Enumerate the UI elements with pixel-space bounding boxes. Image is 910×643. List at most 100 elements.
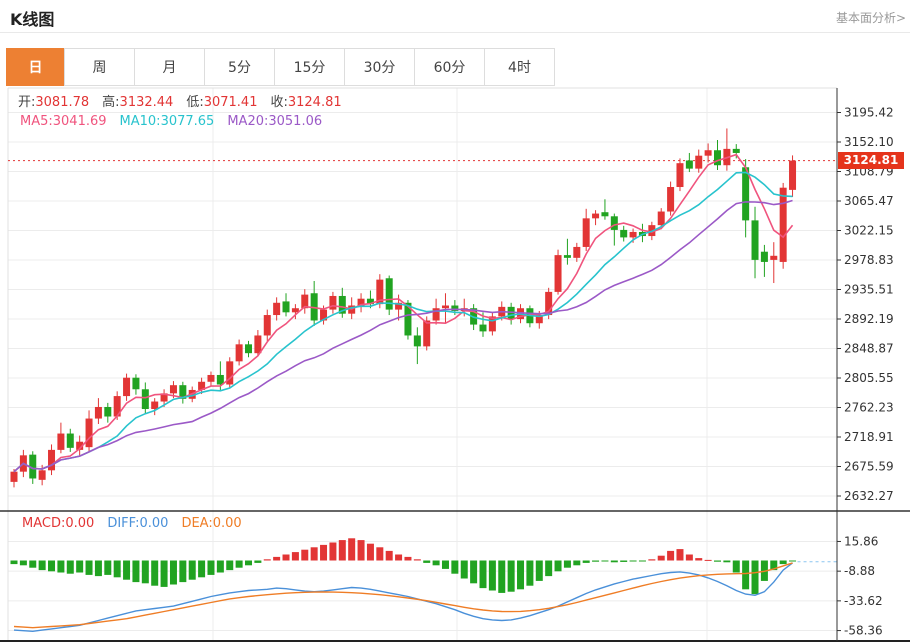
macd-bar[interactable] bbox=[94, 560, 102, 577]
macd-bar[interactable] bbox=[657, 555, 665, 561]
candle[interactable] bbox=[329, 295, 337, 310]
macd-bar[interactable] bbox=[620, 560, 628, 562]
candle[interactable] bbox=[66, 433, 74, 448]
macd-bar[interactable] bbox=[301, 549, 309, 561]
macd-bar[interactable] bbox=[254, 560, 262, 563]
candle[interactable] bbox=[563, 255, 571, 258]
candle[interactable] bbox=[413, 335, 421, 347]
candle[interactable] bbox=[48, 449, 56, 471]
candle[interactable] bbox=[789, 160, 797, 190]
candle[interactable] bbox=[263, 315, 271, 336]
macd-bar[interactable] bbox=[498, 560, 506, 593]
candle[interactable] bbox=[423, 320, 431, 347]
macd-bar[interactable] bbox=[10, 560, 18, 565]
macd-bar[interactable] bbox=[104, 560, 112, 575]
macd-bar[interactable] bbox=[517, 560, 525, 590]
macd-bar[interactable] bbox=[479, 560, 487, 589]
macd-bar[interactable] bbox=[291, 552, 299, 561]
candle[interactable] bbox=[169, 385, 177, 394]
macd-bar[interactable] bbox=[592, 560, 600, 562]
macd-bar[interactable] bbox=[432, 560, 440, 566]
candle[interactable] bbox=[273, 302, 281, 316]
macd-bar[interactable] bbox=[132, 560, 140, 583]
macd-bar[interactable] bbox=[48, 560, 56, 572]
macd-bar[interactable] bbox=[366, 543, 374, 561]
candle[interactable] bbox=[132, 377, 140, 390]
macd-bar[interactable] bbox=[273, 556, 281, 561]
macd-bar[interactable] bbox=[563, 560, 571, 568]
macd-bar[interactable] bbox=[526, 560, 534, 586]
macd-bar[interactable] bbox=[554, 560, 562, 572]
macd-bar[interactable] bbox=[470, 560, 478, 584]
candle[interactable] bbox=[676, 163, 684, 188]
candle[interactable] bbox=[554, 255, 562, 292]
candle[interactable] bbox=[620, 229, 628, 238]
macd-bar[interactable] bbox=[573, 560, 581, 566]
macd-bar[interactable] bbox=[207, 560, 215, 575]
macd-bar[interactable] bbox=[667, 550, 675, 561]
macd-bar[interactable] bbox=[357, 540, 365, 561]
candle[interactable] bbox=[479, 324, 487, 332]
macd-bar[interactable] bbox=[310, 547, 318, 561]
macd-bar[interactable] bbox=[460, 560, 468, 579]
candle[interactable] bbox=[85, 418, 93, 448]
macd-bar[interactable] bbox=[545, 560, 553, 577]
macd-bar[interactable] bbox=[714, 560, 721, 562]
macd-bar[interactable] bbox=[413, 559, 421, 561]
macd-bar[interactable] bbox=[376, 547, 384, 561]
macd-bar[interactable] bbox=[188, 560, 196, 580]
macd-bar[interactable] bbox=[198, 560, 206, 578]
candle[interactable] bbox=[751, 220, 759, 260]
candle[interactable] bbox=[610, 216, 618, 230]
candle[interactable] bbox=[207, 374, 215, 382]
candle[interactable] bbox=[582, 218, 590, 247]
macd-bar[interactable] bbox=[160, 560, 168, 587]
macd-bar[interactable] bbox=[779, 560, 787, 565]
macd-bar[interactable] bbox=[676, 549, 684, 561]
candle[interactable] bbox=[57, 433, 65, 450]
macd-bar[interactable] bbox=[282, 554, 290, 561]
candle[interactable] bbox=[245, 344, 252, 354]
macd-bar[interactable] bbox=[742, 560, 750, 590]
macd-bar[interactable] bbox=[404, 556, 412, 561]
macd-bar[interactable] bbox=[263, 559, 271, 561]
macd-bar[interactable] bbox=[226, 560, 234, 571]
macd-bar[interactable] bbox=[685, 554, 693, 561]
candle[interactable] bbox=[573, 246, 581, 258]
candle[interactable] bbox=[151, 401, 159, 410]
macd-bar[interactable] bbox=[141, 560, 149, 584]
macd-bar[interactable] bbox=[235, 560, 243, 568]
macd-bar[interactable] bbox=[395, 554, 403, 561]
macd-bar[interactable] bbox=[732, 560, 740, 573]
macd-bar[interactable] bbox=[66, 560, 74, 574]
candle[interactable] bbox=[714, 150, 721, 166]
macd-bar[interactable] bbox=[216, 560, 224, 573]
macd-bar[interactable] bbox=[38, 560, 46, 571]
macd-bar[interactable] bbox=[320, 544, 328, 561]
macd-bar[interactable] bbox=[151, 560, 159, 586]
macd-bar[interactable] bbox=[629, 560, 637, 562]
macd-bar[interactable] bbox=[123, 560, 131, 580]
macd-bar[interactable] bbox=[329, 542, 337, 561]
candle[interactable] bbox=[695, 155, 703, 169]
macd-bar[interactable] bbox=[601, 560, 609, 562]
macd-bar[interactable] bbox=[638, 560, 646, 562]
candle[interactable] bbox=[732, 148, 740, 153]
candle[interactable] bbox=[141, 389, 149, 410]
macd-bar[interactable] bbox=[169, 560, 177, 585]
macd-bar[interactable] bbox=[582, 560, 590, 563]
macd-bar[interactable] bbox=[695, 558, 703, 561]
macd-bar[interactable] bbox=[751, 560, 759, 595]
candle[interactable] bbox=[282, 301, 290, 313]
macd-bar[interactable] bbox=[704, 559, 712, 561]
macd-bar[interactable] bbox=[488, 560, 496, 591]
macd-bar[interactable] bbox=[29, 560, 37, 568]
macd-bar[interactable] bbox=[113, 560, 121, 578]
candle[interactable] bbox=[601, 212, 609, 217]
macd-bar[interactable] bbox=[610, 560, 618, 563]
candle[interactable] bbox=[779, 187, 787, 262]
macd-bar[interactable] bbox=[179, 560, 187, 583]
macd-bar[interactable] bbox=[57, 560, 65, 573]
candle[interactable] bbox=[760, 251, 768, 262]
candle[interactable] bbox=[254, 335, 262, 354]
